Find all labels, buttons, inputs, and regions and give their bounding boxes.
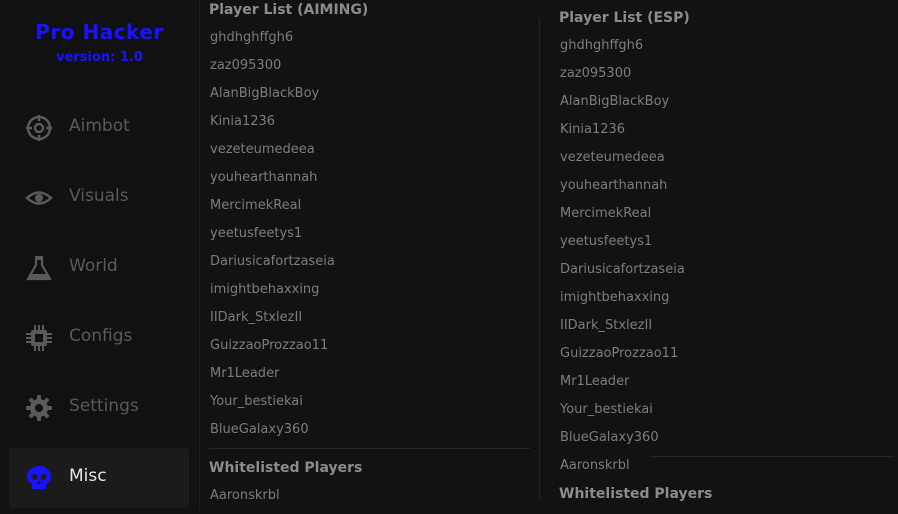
nav-label-misc: Misc [69, 466, 107, 486]
nav-item-visuals[interactable]: Visuals [9, 168, 189, 228]
esp-player-item[interactable]: Your_bestiekai [560, 400, 685, 428]
aiming-player-item[interactable]: imightbehaxxing [210, 280, 335, 308]
aiming-player-item[interactable]: Mr1Leader [210, 364, 335, 392]
esp-divider [650, 456, 894, 457]
aiming-player-item[interactable]: Your_bestiekai [210, 392, 335, 420]
aiming-whitelist-heading: Whitelisted Players [209, 460, 363, 476]
brand-version: version: 1.0 [56, 50, 143, 65]
nav-label-configs: Configs [69, 326, 133, 346]
chip-icon [23, 322, 55, 354]
aiming-player-item[interactable]: Dariusicafortzaseia [210, 252, 335, 280]
flask-icon [23, 252, 55, 284]
nav-label-aimbot: Aimbot [69, 116, 130, 136]
column-divider [539, 18, 540, 499]
esp-player-item[interactable]: yeetusfeetys1 [560, 232, 685, 260]
aiming-list-heading: Player List (AIMING) [209, 2, 369, 18]
esp-list-heading: Player List (ESP) [559, 10, 690, 26]
esp-player-item[interactable]: Kinia1236 [560, 120, 685, 148]
esp-player-item[interactable]: Dariusicafortzaseia [560, 260, 685, 288]
nav-label-visuals: Visuals [69, 186, 129, 206]
nav-label-world: World [69, 256, 118, 276]
esp-player-list: ghdhghffgh6 zaz095300 AlanBigBlackBoy Kinia… [560, 36, 685, 484]
aiming-player-item[interactable]: MercimekReal [210, 196, 335, 224]
aiming-divider [209, 448, 530, 449]
aiming-player-item[interactable]: IIDark_StxlezII [210, 308, 335, 336]
aiming-player-item[interactable]: youhearthannah [210, 168, 335, 196]
nav-item-configs[interactable]: Configs [9, 308, 189, 368]
sidebar: Pro Hacker version: 1.0 Aimbot Visuals W… [0, 0, 200, 509]
skull-icon [23, 462, 55, 494]
nav-item-settings[interactable]: Settings [9, 378, 189, 438]
gear-icon [23, 392, 55, 424]
aiming-player-item[interactable]: ghdhghffgh6 [210, 28, 335, 56]
esp-player-item[interactable]: vezeteumedeea [560, 148, 685, 176]
nav-label-settings: Settings [69, 396, 139, 416]
esp-player-item[interactable]: IIDark_StxlezII [560, 316, 685, 344]
nav-item-aimbot[interactable]: Aimbot [9, 98, 189, 158]
esp-player-item[interactable]: Aaronskrbl [560, 456, 685, 484]
aiming-player-list: ghdhghffgh6 zaz095300 AlanBigBlackBoy Kinia… [210, 28, 335, 448]
nav-item-world[interactable]: World [9, 238, 189, 298]
esp-player-item[interactable]: MercimekReal [560, 204, 685, 232]
aiming-player-item[interactable]: vezeteumedeea [210, 140, 335, 168]
aiming-whitelist: Aaronskrbl [210, 486, 280, 514]
esp-player-item[interactable]: GuizzaoProzzao11 [560, 344, 685, 372]
esp-player-item[interactable]: zaz095300 [560, 64, 685, 92]
aiming-player-item[interactable]: Kinia1236 [210, 112, 335, 140]
crosshair-icon [23, 112, 55, 144]
esp-player-item[interactable]: AlanBigBlackBoy [560, 92, 685, 120]
esp-player-item[interactable]: imightbehaxxing [560, 288, 685, 316]
brand-title: Pro Hacker [35, 20, 164, 44]
esp-player-item[interactable]: youhearthannah [560, 176, 685, 204]
eye-icon [23, 182, 55, 214]
esp-player-item[interactable]: ghdhghffgh6 [560, 36, 685, 64]
whitelisted-player-item[interactable]: Aaronskrbl [210, 486, 280, 514]
aiming-player-item[interactable]: yeetusfeetys1 [210, 224, 335, 252]
aiming-player-item[interactable]: GuizzaoProzzao11 [210, 336, 335, 364]
esp-whitelist-heading: Whitelisted Players [559, 486, 713, 502]
esp-player-item[interactable]: BlueGalaxy360 [560, 428, 685, 456]
esp-player-item[interactable]: Mr1Leader [560, 372, 685, 400]
aiming-player-item[interactable]: zaz095300 [210, 56, 335, 84]
nav-item-misc[interactable]: Misc [9, 448, 189, 508]
aiming-player-item[interactable]: AlanBigBlackBoy [210, 84, 335, 112]
aiming-player-item[interactable]: BlueGalaxy360 [210, 420, 335, 448]
